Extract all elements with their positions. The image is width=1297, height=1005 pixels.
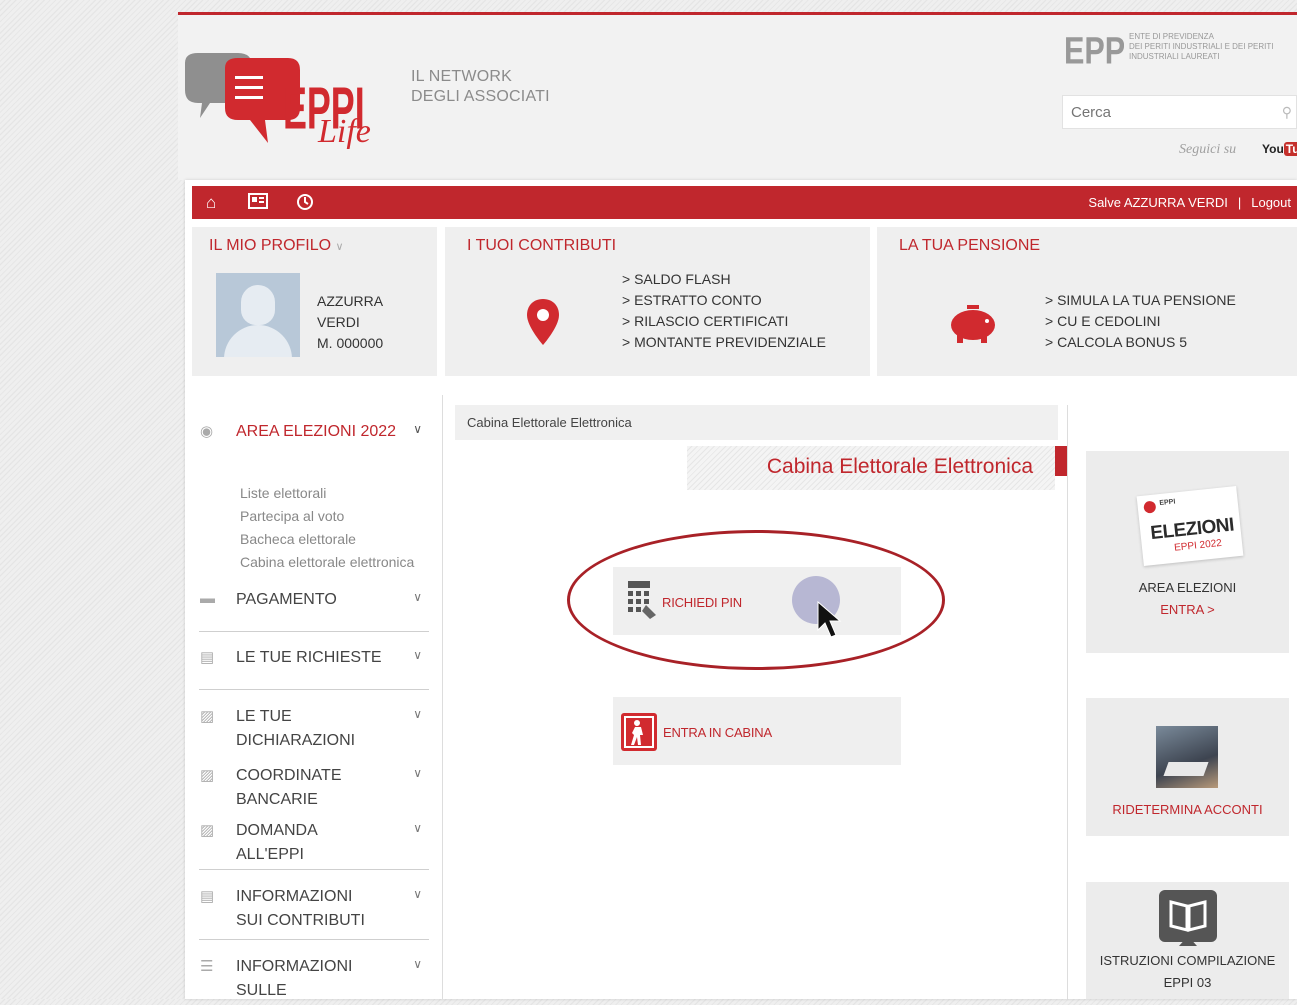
piggy-bank-icon — [951, 305, 995, 343]
mouse-cursor-icon — [817, 600, 842, 638]
entra-in-cabina-button[interactable]: ENTRA IN CABINA — [613, 697, 901, 765]
svg-text:Life: Life — [317, 113, 371, 150]
network-tagline: IL NETWORK DEGLI ASSOCIATI — [411, 68, 550, 105]
link-estratto-conto[interactable]: ESTRATTO CONTO — [622, 290, 826, 311]
sidebar-item-info-contributi[interactable]: ▤ INFORMAZIONI SUI CONTRIBUTI ∨ — [200, 885, 430, 935]
id-card-icon[interactable] — [248, 193, 268, 214]
link-rilascio-certificati[interactable]: RILASCIO CERTIFICATI — [622, 311, 826, 332]
location-pin-icon — [527, 299, 559, 345]
area-elezioni-card[interactable]: EPPI ELEZIONI EPPI 2022 AREA ELEZIONI EN… — [1086, 451, 1289, 653]
sidebar-item-info-sulle[interactable]: ☰ INFORMAZIONI SULLE ∨ — [200, 955, 430, 1005]
avatar — [216, 273, 300, 357]
search-icon[interactable]: ⚲ — [1282, 104, 1292, 121]
document-icon: ▤ — [200, 649, 215, 666]
logout-link[interactable]: Logout — [1251, 195, 1291, 210]
sidebar-item-richieste[interactable]: ▤ LE TUE RICHIESTE ∨ — [200, 646, 430, 676]
youtube-link[interactable]: YouTub — [1262, 142, 1297, 156]
profile-panel: IL MIO PROFILO ∨ AZZURRA VERDI M. 000000 — [192, 227, 437, 376]
file-a-icon: ▨ — [200, 708, 215, 725]
chevron-down-icon[interactable]: ∨ — [413, 422, 422, 436]
link-montante-previdenziale[interactable]: MONTANTE PREVIDENZIALE — [622, 332, 826, 353]
chevron-down-icon[interactable]: ∨ — [413, 957, 422, 971]
chevron-down-icon[interactable]: ∨ — [413, 648, 422, 662]
search-input[interactable] — [1069, 103, 1273, 122]
column-divider — [1067, 405, 1068, 999]
sublink-liste[interactable]: Liste elettorali — [240, 482, 414, 505]
home-icon[interactable]: ⌂ — [206, 193, 216, 213]
page-title-box: Cabina Elettorale Elettronica — [687, 446, 1055, 490]
sublink-cabina[interactable]: Cabina elettorale elettronica — [240, 551, 414, 574]
chevron-down-icon: ∨ — [335, 241, 344, 253]
chevron-down-icon[interactable]: ∨ — [413, 887, 422, 901]
stack-icon: ☰ — [200, 958, 214, 975]
sidebar-item-pagamento[interactable]: ▬ PAGAMENTO ∨ — [200, 588, 430, 618]
link-calcola-bonus[interactable]: CALCOLA BONUS 5 — [1045, 332, 1236, 353]
sublink-bacheca[interactable]: Bacheca elettorale — [240, 528, 414, 551]
divider — [199, 939, 429, 940]
entra-link[interactable]: ENTRA > — [1086, 599, 1289, 621]
contributions-title: I TUOI CONTRIBUTI — [467, 237, 617, 254]
profile-name: AZZURRA VERDI M. 000000 — [317, 293, 384, 351]
chevron-down-icon[interactable]: ∨ — [413, 821, 422, 835]
pension-panel: LA TUA PENSIONE SIMULA LA TUA PENSIONE C… — [877, 227, 1297, 376]
chevron-down-icon[interactable]: ∨ — [413, 707, 422, 721]
link-cu-cedolini[interactable]: CU E CEDOLINI — [1045, 311, 1236, 332]
acconti-photo — [1156, 726, 1218, 788]
eppi-life-logo[interactable]: EPPI Life — [180, 48, 385, 158]
svg-text:EPPI: EPPI — [1064, 31, 1124, 70]
eppi-institution-logo[interactable]: EPPI — [1064, 30, 1124, 70]
file-a-icon: ▨ — [200, 767, 215, 784]
page-title: Cabina Elettorale Elettronica — [766, 455, 1033, 478]
top-navbar: ⌂ Salve AZZURRA VERDI | Logout — [192, 186, 1297, 219]
eppi-institution-name: ENTE DI PREVIDENZA DEI PERITI INDUSTRIAL… — [1129, 32, 1274, 61]
document-icon: ▤ — [200, 888, 215, 905]
clock-icon[interactable] — [296, 193, 314, 216]
book-icon — [1159, 890, 1217, 946]
link-saldo-flash[interactable]: SALDO FLASH — [622, 269, 826, 290]
link-simula-pensione[interactable]: SIMULA LA TUA PENSIONE — [1045, 290, 1236, 311]
contributions-panel: I TUOI CONTRIBUTI SALDO FLASH ESTRATTO C… — [445, 227, 870, 376]
breadcrumb: Cabina Elettorale Elettronica — [455, 405, 1058, 440]
profile-title[interactable]: IL MIO PROFILO ∨ — [209, 237, 344, 255]
chevron-down-icon[interactable]: ∨ — [413, 766, 422, 780]
credit-card-icon: ▬ — [200, 590, 215, 607]
highlight-ellipse — [567, 530, 945, 670]
ridetermina-acconti-card[interactable]: RIDETERMINA ACCONTI — [1086, 698, 1289, 836]
sublink-partecipa[interactable]: Partecipa al voto — [240, 505, 414, 528]
sidebar-item-dichiarazioni[interactable]: ▨ LE TUE DICHIARAZIONI ∨ — [200, 705, 430, 755]
eppi-dot-icon — [1143, 500, 1157, 514]
sidebar-item-domanda[interactable]: ▨ DOMANDA ALL'EPPI ∨ — [200, 819, 430, 869]
pension-title: LA TUA PENSIONE — [899, 237, 1041, 254]
voting-booth-icon — [621, 713, 657, 751]
sidebar-item-coordinate[interactable]: ▨ COORDINATE BANCARIE ∨ — [200, 764, 430, 814]
award-icon: ◉ — [200, 423, 214, 440]
chevron-down-icon[interactable]: ∨ — [413, 590, 422, 604]
divider — [199, 631, 429, 632]
follow-us-label: Seguici su — [1179, 142, 1237, 157]
pension-links: SIMULA LA TUA PENSIONE CU E CEDOLINI CAL… — [1045, 290, 1236, 353]
divider — [199, 869, 429, 870]
search-box[interactable]: ⚲ — [1062, 95, 1297, 129]
elezioni-sublinks: Liste elettorali Partecipa al voto Bache… — [240, 482, 414, 574]
contributions-links: SALDO FLASH ESTRATTO CONTO RILASCIO CERT… — [622, 269, 826, 353]
istruzioni-card[interactable]: ISTRUZIONI COMPILAZIONE EPPI 03 — [1086, 882, 1289, 999]
user-greeting: Salve AZZURRA VERDI | Logout — [1088, 195, 1291, 210]
elezioni-badge: EPPI ELEZIONI EPPI 2022 — [1136, 485, 1244, 567]
file-a-icon: ▨ — [200, 822, 215, 839]
divider — [199, 689, 429, 690]
sidebar-area-elezioni[interactable]: ◉ AREA ELEZIONI 2022 ∨ — [200, 420, 430, 448]
